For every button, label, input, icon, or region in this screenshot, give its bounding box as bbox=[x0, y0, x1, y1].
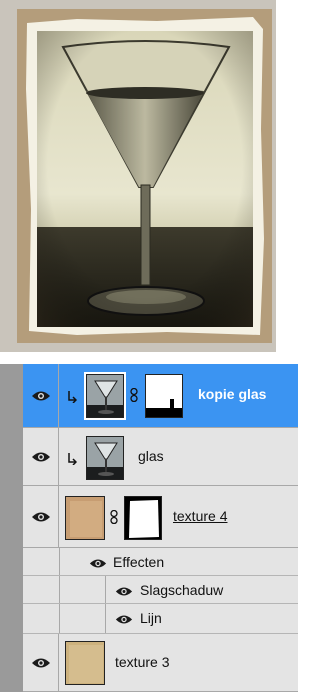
eye-icon[interactable] bbox=[31, 511, 51, 523]
layer-thumbnail-texture-4[interactable] bbox=[65, 496, 105, 540]
eye-icon[interactable] bbox=[31, 657, 51, 669]
visibility-toggle[interactable] bbox=[23, 486, 59, 547]
chain-link-icon[interactable] bbox=[110, 509, 118, 525]
layer-thumbnail-kopie-glas[interactable] bbox=[84, 372, 126, 420]
layer-thumbnail-texture-3[interactable] bbox=[65, 641, 105, 685]
image-preview-area bbox=[0, 0, 298, 352]
effects-label: Effecten bbox=[113, 554, 165, 570]
layers-panel: kopie glas glas texture 4 Effecten Slags… bbox=[0, 364, 298, 692]
layer-mask-thumbnail-texture-4[interactable] bbox=[124, 496, 162, 540]
layer-name: texture 3 bbox=[115, 654, 170, 670]
layer-thumbnail-glas[interactable] bbox=[86, 436, 124, 480]
martini-glass-photo bbox=[17, 9, 272, 343]
eye-icon[interactable] bbox=[31, 390, 51, 402]
clipping-arrow-icon bbox=[67, 452, 78, 466]
layer-row-texture-3[interactable]: texture 3 bbox=[23, 634, 298, 692]
layer-name: glas bbox=[138, 448, 164, 464]
visibility-toggle[interactable] bbox=[23, 364, 59, 427]
layer-row-texture-4[interactable]: texture 4 bbox=[23, 486, 298, 548]
layer-name: texture 4 bbox=[173, 508, 228, 524]
eye-icon[interactable] bbox=[89, 556, 107, 574]
chain-link-icon[interactable] bbox=[130, 387, 138, 403]
clipping-arrow-icon bbox=[67, 390, 78, 404]
effect-label: Lijn bbox=[140, 610, 162, 626]
visibility-toggle[interactable] bbox=[23, 634, 59, 691]
panel-left-strip bbox=[0, 364, 23, 692]
effect-label: Slagschaduw bbox=[140, 582, 224, 598]
eye-icon[interactable] bbox=[115, 612, 133, 630]
row-divider bbox=[59, 604, 60, 633]
effect-row-lijn[interactable]: Lijn bbox=[23, 604, 298, 634]
eye-icon[interactable] bbox=[31, 451, 51, 463]
row-divider bbox=[59, 576, 60, 603]
effect-row-slagschaduw[interactable]: Slagschaduw bbox=[23, 576, 298, 604]
layer-row-kopie-glas[interactable]: kopie glas bbox=[23, 364, 298, 428]
layer-row-glas[interactable]: glas bbox=[23, 428, 298, 486]
eye-icon[interactable] bbox=[115, 584, 133, 602]
row-divider bbox=[105, 576, 106, 603]
visibility-toggle[interactable] bbox=[23, 428, 59, 485]
row-divider bbox=[105, 604, 106, 633]
row-divider bbox=[59, 548, 60, 575]
layer-mask-thumbnail-kopie-glas[interactable] bbox=[145, 374, 183, 418]
layer-name: kopie glas bbox=[198, 386, 267, 402]
effects-row[interactable]: Effecten bbox=[23, 548, 298, 576]
